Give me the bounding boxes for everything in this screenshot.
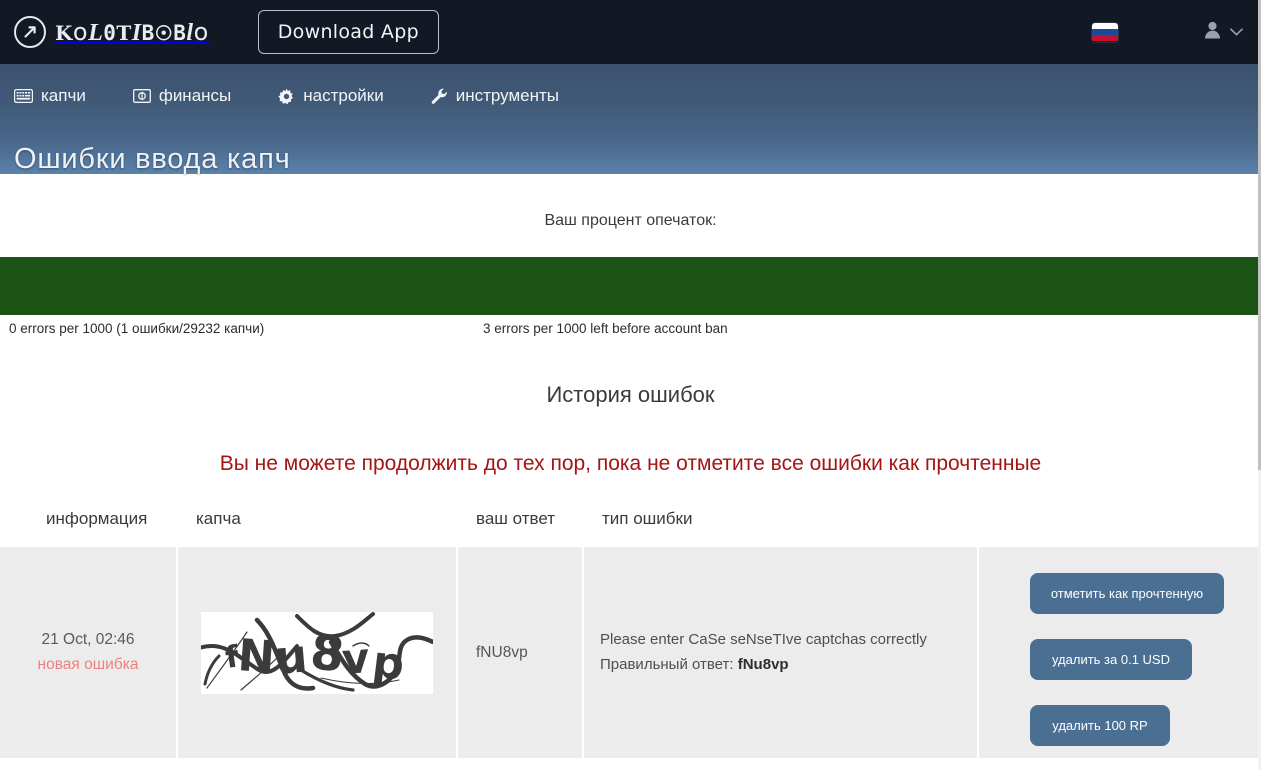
- history-title: История ошибок: [546, 382, 715, 407]
- russia-flag-icon[interactable]: [1092, 22, 1118, 42]
- page-title: Ошибки ввода капч: [14, 143, 291, 176]
- cell-info: 21 Oct, 02:46 новая ошибка: [0, 547, 176, 758]
- nav-item-label: капчи: [41, 86, 86, 105]
- your-answer-value: fNU8vp: [476, 643, 528, 661]
- nav-item-settings[interactable]: настройки: [278, 86, 384, 106]
- top-bar: KoL0TIB☉Blo Download App: [0, 0, 1261, 64]
- error-date: 21 Oct, 02:46: [41, 631, 135, 649]
- chevron-down-icon: [1230, 23, 1243, 41]
- main-nav: капчи финансы настройки инструменты: [0, 64, 1261, 128]
- delete-for-rp-button[interactable]: удалить 100 RP: [1030, 705, 1170, 746]
- table-row: 21 Oct, 02:46 новая ошибка f N u 8 v p f…: [0, 547, 1261, 758]
- error-rate-bar-fill: [0, 257, 1261, 315]
- main-content: Ваш процент опечаток: 0 errors per 1000 …: [0, 174, 1261, 758]
- column-header-errortype: тип ошибки: [602, 509, 693, 528]
- gear-icon: [278, 88, 295, 105]
- nav-title-band: капчи финансы настройки инструменты Ошиб…: [0, 64, 1261, 176]
- typo-percent-label: Ваш процент опечаток:: [544, 212, 717, 229]
- error-status-badge: новая ошибка: [37, 655, 139, 673]
- errors-remaining-text: 3 errors per 1000 left before account ba…: [483, 321, 728, 336]
- errors-table-header: информация капча ваш ответ тип ошибки: [0, 509, 1261, 547]
- nav-item-label: настройки: [303, 86, 384, 105]
- brand-logo[interactable]: KoL0TIB☉Blo: [14, 16, 209, 48]
- banknote-icon: [132, 89, 151, 103]
- cell-your-answer: fNU8vp: [458, 547, 582, 758]
- errors-table: информация капча ваш ответ тип ошибки 21…: [0, 509, 1261, 758]
- unread-errors-warning: Вы не можете продолжить до тех пор, пока…: [219, 452, 1042, 475]
- nav-item-captchas[interactable]: капчи: [14, 86, 86, 106]
- column-header-answer: ваш ответ: [476, 509, 556, 528]
- column-header-info: информация: [46, 509, 148, 528]
- captcha-image: f N u 8 v p: [201, 611, 433, 694]
- arrow-in-circle-icon: [14, 16, 46, 48]
- mark-as-read-button[interactable]: отметить как прочтенную: [1030, 573, 1224, 614]
- nav-item-finances[interactable]: финансы: [132, 86, 232, 106]
- cell-error-type: Please enter CaSe seNseTIve captchas cor…: [584, 547, 977, 758]
- cell-captcha: f N u 8 v p: [178, 547, 456, 758]
- nav-item-label: финансы: [158, 86, 232, 105]
- nav-item-label: инструменты: [455, 86, 560, 105]
- user-icon: [1204, 21, 1221, 44]
- user-menu[interactable]: [1204, 21, 1249, 44]
- errors-summary-text: 0 errors per 1000 (1 ошибки/29232 капчи): [9, 321, 265, 336]
- wrench-icon: [431, 88, 448, 105]
- download-app-button[interactable]: Download App: [257, 10, 439, 54]
- correct-answer-label: Правильный ответ:: [600, 655, 734, 673]
- keyboard-icon: [14, 89, 33, 103]
- error-rate-legend: 0 errors per 1000 (1 ошибки/29232 капчи)…: [0, 321, 1261, 345]
- delete-for-usd-button[interactable]: удалить за 0.1 USD: [1030, 639, 1192, 680]
- error-message: Please enter CaSe seNseTIve captchas cor…: [600, 631, 927, 649]
- correct-answer-value: fNu8vp: [737, 655, 789, 673]
- column-header-captcha: капча: [196, 509, 241, 528]
- brand-name: KoL0TIB☉Blo: [55, 17, 209, 46]
- error-rate-bar: [0, 257, 1261, 315]
- cell-actions: отметить как прочтенную удалить за 0.1 U…: [979, 547, 1261, 758]
- top-bar-right: [1092, 0, 1249, 64]
- nav-item-tools[interactable]: инструменты: [431, 86, 559, 106]
